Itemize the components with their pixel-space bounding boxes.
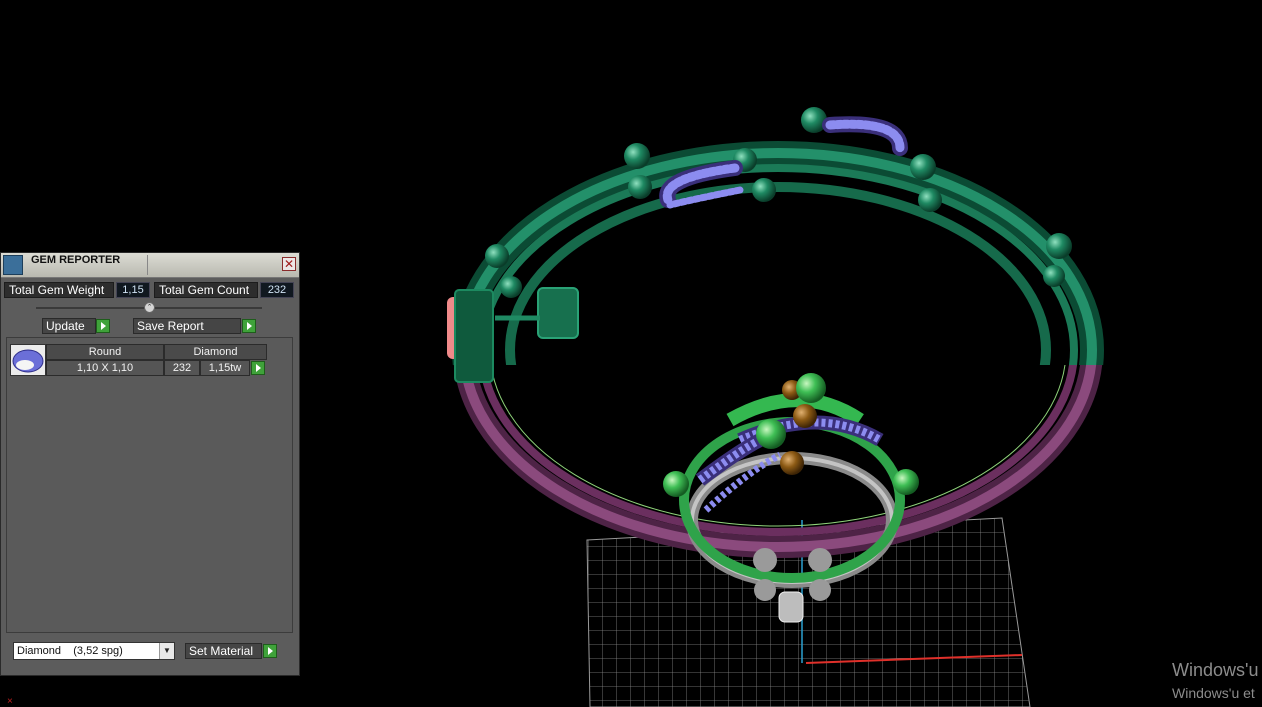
- set-material-button[interactable]: Set Material: [185, 643, 262, 659]
- gem-list: [6, 337, 293, 633]
- update-play-icon[interactable]: [96, 319, 110, 333]
- column-header-material: Diamond: [164, 344, 267, 360]
- total-gem-count-label: Total Gem Count: [154, 282, 258, 298]
- gem-reporter-icon: [3, 255, 23, 275]
- set-material-play-icon[interactable]: [263, 644, 277, 658]
- chevron-down-icon[interactable]: ▼: [159, 643, 174, 659]
- axis-x-marker: ×: [7, 696, 13, 707]
- title-divider: [147, 255, 148, 275]
- panel-title: GEM REPORTER: [31, 254, 121, 266]
- gem-weight-cell: 1,15tw: [200, 360, 250, 376]
- total-gem-count-value: 232: [260, 282, 294, 298]
- update-button[interactable]: Update: [42, 318, 96, 334]
- gem-count-cell: 232: [164, 360, 200, 376]
- gem-thumbnail-icon[interactable]: [10, 344, 46, 376]
- panel-slider-knob[interactable]: ⌃: [144, 302, 155, 313]
- gem-size-cell: 1,10 X 1,10: [46, 360, 164, 376]
- save-report-button[interactable]: Save Report: [133, 318, 241, 334]
- total-gem-weight-value: 1,15: [116, 282, 150, 298]
- gem-row-play-icon[interactable]: [251, 361, 265, 375]
- material-select-value: Diamond (3,52 spg): [17, 645, 123, 657]
- save-report-play-icon[interactable]: [242, 319, 256, 333]
- close-icon[interactable]: ✕: [282, 257, 296, 271]
- panel-titlebar[interactable]: GEM REPORTER ✕: [1, 253, 299, 278]
- total-gem-weight-label: Total Gem Weight: [4, 282, 114, 298]
- windows-watermark-line2: Windows'u et: [1172, 685, 1255, 701]
- column-header-shape: Round: [46, 344, 164, 360]
- material-select[interactable]: Diamond (3,52 spg) ▼: [13, 642, 175, 660]
- windows-watermark-line1: Windows'u: [1172, 660, 1259, 680]
